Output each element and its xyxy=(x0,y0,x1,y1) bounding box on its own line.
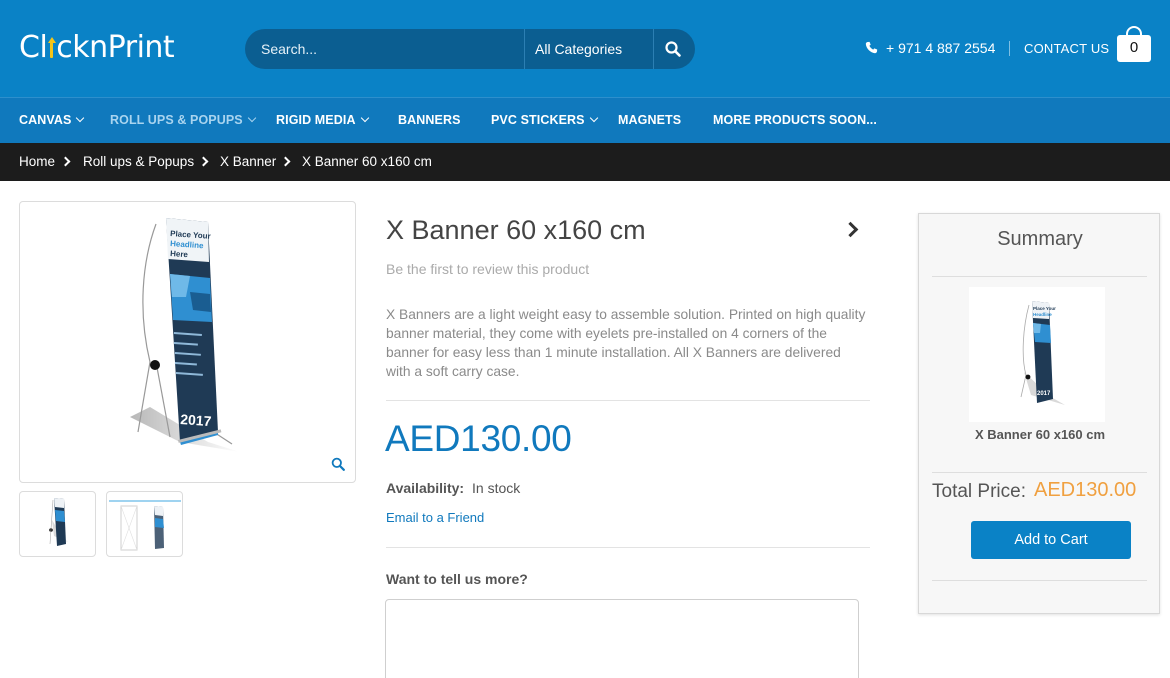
phone-icon xyxy=(865,41,878,54)
search-divider xyxy=(524,29,525,69)
category-select[interactable]: All Categories xyxy=(535,41,622,57)
availability-label: Availability: xyxy=(386,480,465,496)
product-description: X Banners are a light weight easy to ass… xyxy=(386,307,866,379)
total-price-label: Total Price: xyxy=(932,481,1026,502)
summary-banner-image: Place Your Headline 2017 xyxy=(1020,301,1065,405)
nav-item-more-products[interactable]: MORE PRODUCTS SOON... xyxy=(713,113,877,127)
product-thumbnail[interactable] xyxy=(106,491,183,557)
divider xyxy=(932,472,1147,473)
summary-title: Summary xyxy=(997,228,1083,250)
nav-item-roll-ups-popups[interactable]: ROLL UPS & POPUPS xyxy=(110,113,256,127)
nav-item-rigid-media[interactable]: RIGID MEDIA xyxy=(276,113,369,127)
svg-text:Here: Here xyxy=(170,249,189,259)
tell-us-more-textarea[interactable] xyxy=(385,599,859,678)
svg-text:Place Your: Place Your xyxy=(1033,306,1056,311)
breadcrumb-current: X Banner 60 x160 cm xyxy=(302,154,432,169)
thumbnail-image xyxy=(109,500,181,551)
breadcrumb-home[interactable]: Home xyxy=(19,154,55,169)
x-banner-image: Place Your Headline Here 2017 xyxy=(130,218,240,452)
chevron-right-icon xyxy=(60,156,71,167)
nav-item-pvc-stickers[interactable]: PVC STICKERS xyxy=(491,113,598,127)
product-main-image[interactable]: Place Your Headline Here 2017 xyxy=(19,201,356,483)
add-to-cart-button[interactable]: Add to Cart xyxy=(971,521,1131,559)
nav-item-label: PVC STICKERS xyxy=(491,113,585,127)
nav-item-label: MORE PRODUCTS SOON... xyxy=(713,113,877,127)
product-price: AED130.00 xyxy=(385,418,572,459)
next-product-chevron-icon[interactable] xyxy=(842,221,859,238)
divider xyxy=(386,400,870,401)
nav-item-label: MAGNETS xyxy=(618,113,682,127)
search-divider xyxy=(653,29,654,69)
total-price-value: AED130.00 xyxy=(1034,479,1137,501)
thumbnail-image xyxy=(49,498,68,546)
cart-button[interactable]: 0 xyxy=(1117,26,1151,62)
summary-product-name: X Banner 60 x160 cm xyxy=(974,427,1106,442)
chevron-right-icon xyxy=(198,156,209,167)
main-nav: CANVAS ROLL UPS & POPUPS RIGID MEDIA BAN… xyxy=(0,97,1170,143)
phone-number[interactable]: + 971 4 887 2554 xyxy=(886,40,995,56)
svg-text:2017: 2017 xyxy=(180,411,212,429)
svg-text:2017: 2017 xyxy=(1037,391,1051,397)
search-input[interactable] xyxy=(245,29,524,69)
search-bar: All Categories xyxy=(245,29,695,69)
header-divider xyxy=(1009,41,1010,56)
breadcrumb: Home Roll ups & Popups X Banner X Banner… xyxy=(0,143,1170,181)
chevron-down-icon xyxy=(76,113,85,123)
breadcrumb-x-banner[interactable]: X Banner xyxy=(220,154,276,169)
logo-tick-icon xyxy=(47,37,56,58)
site-logo[interactable]: Cl cknPrint xyxy=(19,30,175,65)
summary-product-image: Place Your Headline 2017 xyxy=(969,287,1105,422)
email-to-friend-link[interactable]: Email to a Friend xyxy=(386,510,484,525)
product-thumbnail[interactable] xyxy=(19,491,96,557)
divider xyxy=(386,547,870,548)
availability-value: In stock xyxy=(472,480,521,496)
zoom-icon[interactable] xyxy=(331,457,345,471)
site-header: ClcknPrint All Categories + 971 4 887 25… xyxy=(0,0,1170,97)
divider xyxy=(932,580,1147,581)
product-title: X Banner 60 x160 cm xyxy=(386,215,646,245)
tell-us-more-label: Want to tell us more? xyxy=(386,571,528,587)
nav-item-label: ROLL UPS & POPUPS xyxy=(110,113,243,127)
cart-count: 0 xyxy=(1129,39,1139,56)
breadcrumb-roll-ups[interactable]: Roll ups & Popups xyxy=(83,154,194,169)
chevron-down-icon xyxy=(247,113,256,123)
chevron-down-icon xyxy=(589,113,598,123)
review-link[interactable]: Be the first to review this product xyxy=(386,261,589,277)
summary-panel: Summary Place Your Headline 2017 X Banne… xyxy=(918,213,1160,614)
svg-text:Headline: Headline xyxy=(1033,312,1052,317)
search-icon[interactable] xyxy=(664,40,682,58)
nav-item-label: RIGID MEDIA xyxy=(276,113,356,127)
nav-item-magnets[interactable]: MAGNETS xyxy=(618,113,681,127)
nav-item-label: BANNERS xyxy=(398,113,461,127)
nav-item-label: CANVAS xyxy=(19,113,72,127)
nav-item-canvas[interactable]: CANVAS xyxy=(19,113,85,127)
nav-item-banners[interactable]: BANNERS xyxy=(398,113,461,127)
contact-us-link[interactable]: CONTACT US xyxy=(1024,41,1109,56)
chevron-right-icon xyxy=(280,156,291,167)
divider xyxy=(932,276,1147,277)
chevron-down-icon xyxy=(360,113,369,123)
